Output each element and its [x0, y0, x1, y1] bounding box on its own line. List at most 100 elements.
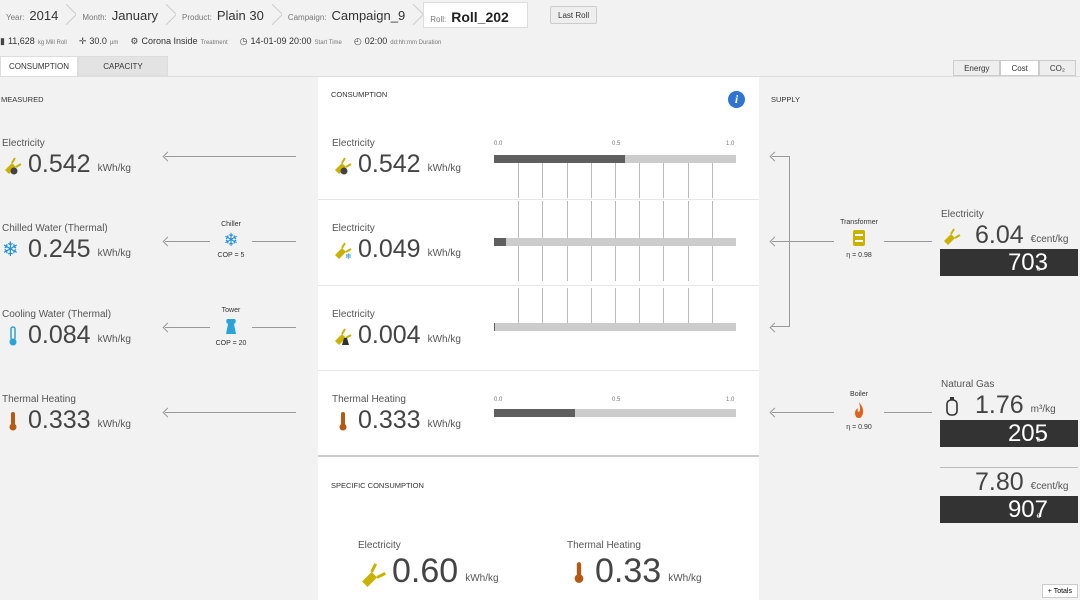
thermometer-hot-icon [339, 411, 347, 430]
chiller-converter: Chiller ❄ COP = 5 [210, 221, 252, 259]
row-divider [318, 285, 759, 286]
bar-tick-label: 0.5 [612, 397, 621, 403]
consumption-bar-fill [494, 409, 575, 417]
flame-icon [855, 402, 864, 418]
crumb-month[interactable]: Month: January [76, 2, 177, 28]
tower-converter: Tower COP = 20 [210, 307, 252, 347]
specific-electricity: Electricity 0.60 kWh/kg [358, 540, 499, 590]
supply-total: 7.80 €cent/kg [975, 468, 1069, 496]
breadcrumb: Year: 2014 Month: January Product: Plain 30… [0, 0, 528, 30]
specific-thermal-heating: Thermal Heating 0.33 kWh/kg [567, 540, 702, 590]
toggle-co2[interactable]: CO₂ [1038, 60, 1076, 76]
flow-arrow [772, 156, 790, 157]
bar-gridline [615, 160, 616, 198]
snowflake-icon: ❄ [2, 238, 19, 261]
bar-gridline [590, 160, 592, 198]
section-divider [318, 455, 759, 457]
crumb-year[interactable]: Year: 2014 [0, 2, 77, 28]
thickness-icon: ✛ [78, 35, 87, 46]
svg-text:❄: ❄ [345, 252, 352, 261]
bar-tick-label: 0.0 [494, 397, 503, 403]
consumption-title: CONSUMPTION [331, 90, 388, 99]
consumption-thermal-heating: Thermal Heating 0.333 kWh/kg [332, 394, 461, 434]
crumb-campaign[interactable]: Campaign: Campaign_9 [281, 2, 424, 28]
boiler-converter: Boiler η = 0.90 [834, 391, 884, 431]
consumption-electricity-1: Electricity 0.542 kWh/kg [332, 138, 461, 178]
treatment-icon: ⚙ [130, 35, 139, 46]
supply-natural-gas: Natural Gas 1.76 m³/kg [941, 379, 1056, 419]
toggle-energy[interactable]: Energy [953, 60, 1001, 76]
row-divider [318, 370, 759, 371]
electric-plug-icon [944, 227, 961, 245]
start-time-info: ◷ 14-01-09 20:00 Start Time [239, 35, 342, 46]
view-tabs: CONSUMPTION CAPACITY [0, 56, 168, 76]
electric-plug-icon [5, 156, 22, 174]
crumb-roll[interactable]: Roll: Roll_202 [423, 2, 528, 28]
consumption-bar-fill [494, 323, 495, 331]
duration-info: ◴ 02:00 dd:hh:mm Duration [353, 35, 442, 46]
snowflake-icon: ❄ [223, 230, 239, 250]
bar-tick-label: 0.5 [612, 141, 621, 147]
consumption-electricity-2: Electricity ❄ 0.049 kWh/kg [332, 223, 461, 263]
totals-button[interactable]: + Totals [1041, 584, 1078, 598]
electric-plug-icon [335, 156, 352, 174]
consumption-bar [494, 238, 736, 246]
bar-gridline [711, 288, 713, 326]
toggle-cost[interactable]: Cost [1000, 60, 1039, 76]
bar-gridline [687, 288, 689, 326]
consumption-bar [494, 155, 736, 163]
total-cost-box: 907 € [940, 496, 1078, 523]
bar-gridline [639, 288, 641, 326]
measured-thermal-heating: Thermal Heating 0.333 kWh/kg [2, 394, 131, 434]
metric-toggle: Energy Cost CO₂ [953, 60, 1076, 76]
consumption-bar [494, 323, 736, 331]
bar-gridline [711, 160, 713, 198]
stopwatch-icon: ◴ [353, 35, 362, 46]
gas-cost-box: 205 € [940, 420, 1078, 447]
cooling-tower-icon [226, 319, 236, 334]
roll-meta-bar: ▮ 11,628 kg Mill Roll ✛ 30.0 µm ⚙ Corona Insi… [0, 33, 453, 49]
bar-gridline [663, 288, 665, 326]
supply-electricity: Electricity 6.04 €cent/kg [941, 209, 1069, 249]
gas-cylinder-icon [946, 396, 958, 416]
electric-plug-icon: ❄ [335, 241, 352, 261]
thermometer-hot-icon [574, 561, 584, 583]
consumption-bar-fill [494, 238, 506, 246]
thermometer-cold-icon [9, 325, 17, 345]
flow-arrow [165, 156, 296, 157]
bar-gridline [615, 288, 616, 326]
consumption-bar [494, 409, 736, 417]
consumption-electricity-3: Electricity 0.004 kWh/kg [332, 309, 461, 349]
roll-icon: ▮ [0, 35, 5, 46]
measured-electricity: Electricity 0.542 kWh/kg [2, 138, 131, 178]
measured-chilled-water: Chilled Water (Thermal) ❄ 0.245 kWh/kg [2, 223, 131, 263]
tab-capacity[interactable]: CAPACITY [78, 56, 168, 76]
bar-gridline [566, 288, 568, 326]
flow-arrow [772, 327, 790, 328]
specific-title: SPECIFIC CONSUMPTION [331, 481, 424, 490]
bar-tick-label: 1.0 [726, 141, 735, 147]
flow-arrow [165, 412, 296, 413]
crumb-product[interactable]: Product: Plain 30 [176, 2, 282, 28]
transformer-converter: Transformer η = 0.98 [834, 219, 884, 259]
thermometer-hot-icon [9, 411, 17, 430]
bar-gridline [542, 288, 544, 326]
bar-tick-label: 0.0 [494, 141, 503, 147]
measured-cooling-water: Cooling Water (Thermal) 0.084 kWh/kg [2, 309, 131, 349]
treatment-info: ⚙ Corona Inside Treatment [130, 35, 228, 46]
mill-roll-info: ▮ 11,628 kg Mill Roll [0, 35, 67, 46]
electric-plug-icon [362, 562, 386, 587]
bar-gridline [687, 160, 689, 198]
bar-gridline [542, 160, 544, 198]
electricity-cost-box: 703 € [940, 249, 1078, 276]
bar-gridline [518, 160, 520, 198]
bar-gridline [566, 160, 568, 198]
bar-gridline [663, 160, 665, 198]
electric-plug-icon [335, 327, 352, 345]
info-icon[interactable]: i [728, 91, 745, 108]
row-divider [318, 199, 759, 200]
tab-consumption[interactable]: CONSUMPTION [0, 56, 78, 76]
last-roll-button[interactable]: Last Roll [550, 6, 598, 24]
bar-tick-label: 1.0 [726, 397, 735, 403]
clock-icon: ◷ [239, 35, 248, 46]
